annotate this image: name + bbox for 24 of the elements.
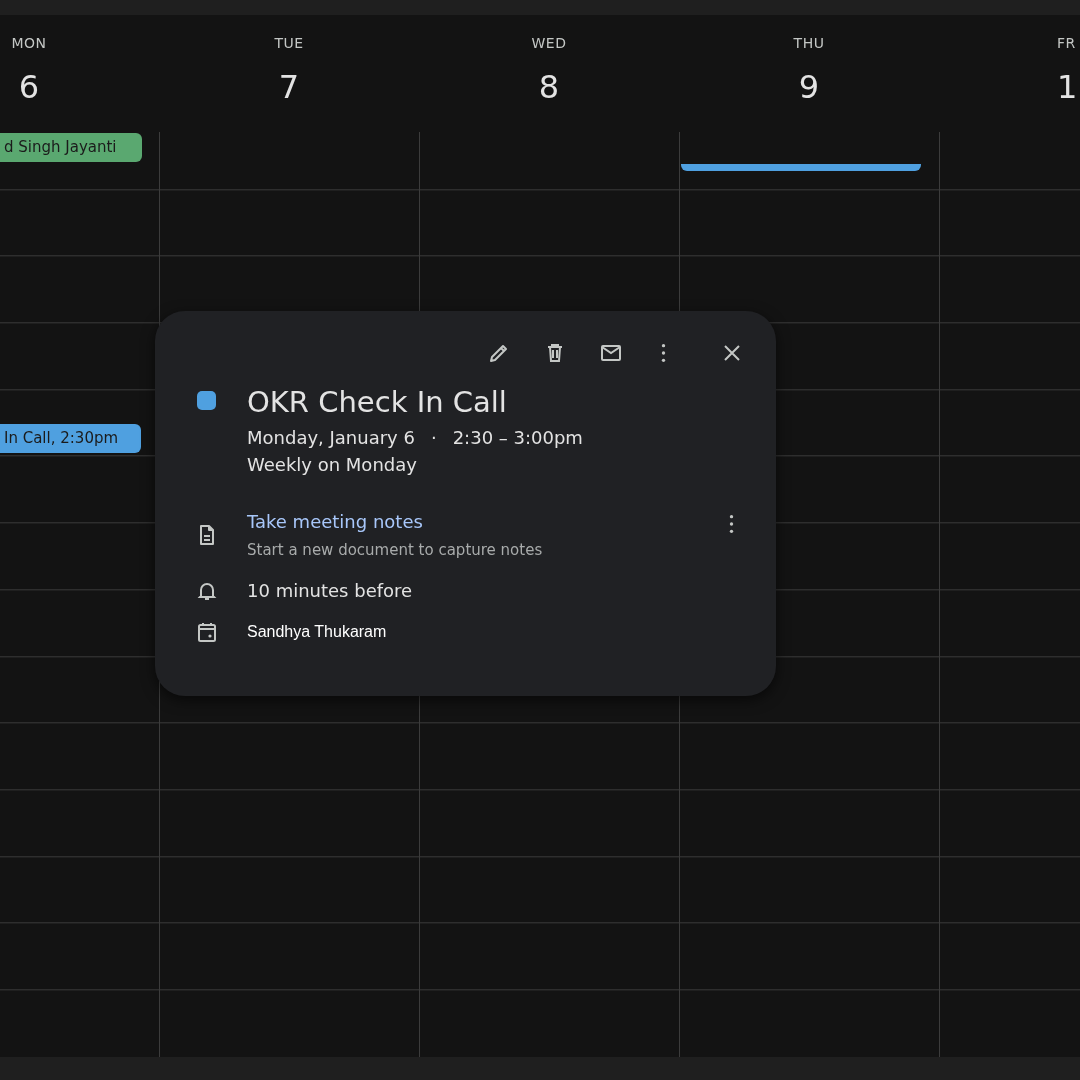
date-number[interactable]: 8 — [538, 63, 560, 111]
weekday-label: TUE — [274, 34, 304, 53]
weekday-label: MON — [11, 34, 47, 53]
event-date: Monday, January 6 — [247, 425, 415, 450]
recurrence-text: Weekly on Monday — [247, 452, 418, 477]
calendar-owner: Sandhya Thukaram — [247, 622, 387, 643]
date-number[interactable]: 7 — [278, 63, 300, 111]
weekday-label: WED — [531, 34, 567, 53]
event-title: OKR Check In Call — [247, 385, 508, 420]
more-icon — [729, 514, 734, 533]
date-number[interactable]: 1 — [1057, 63, 1078, 111]
more-icon — [661, 344, 666, 362]
reminder-text: 10 minutes before — [247, 579, 413, 604]
event-chip[interactable]: d Singh Jayanti — [0, 133, 142, 162]
notes-description: Start a new document to capture notes — [247, 539, 544, 561]
event-chip[interactable]: In Call, 2:30pm — [0, 424, 141, 453]
calendar-icon — [195, 620, 219, 645]
date-number[interactable]: 6 — [18, 63, 40, 111]
weekday-label: FR — [1057, 34, 1076, 53]
meeting-notes-link[interactable]: Take meeting notes — [247, 510, 423, 532]
event-time: 2:30 – 3:00pm — [452, 425, 583, 450]
date-number[interactable]: 9 — [798, 63, 820, 111]
separator-dot: · — [430, 425, 437, 450]
weekday-label: THU — [793, 34, 825, 53]
